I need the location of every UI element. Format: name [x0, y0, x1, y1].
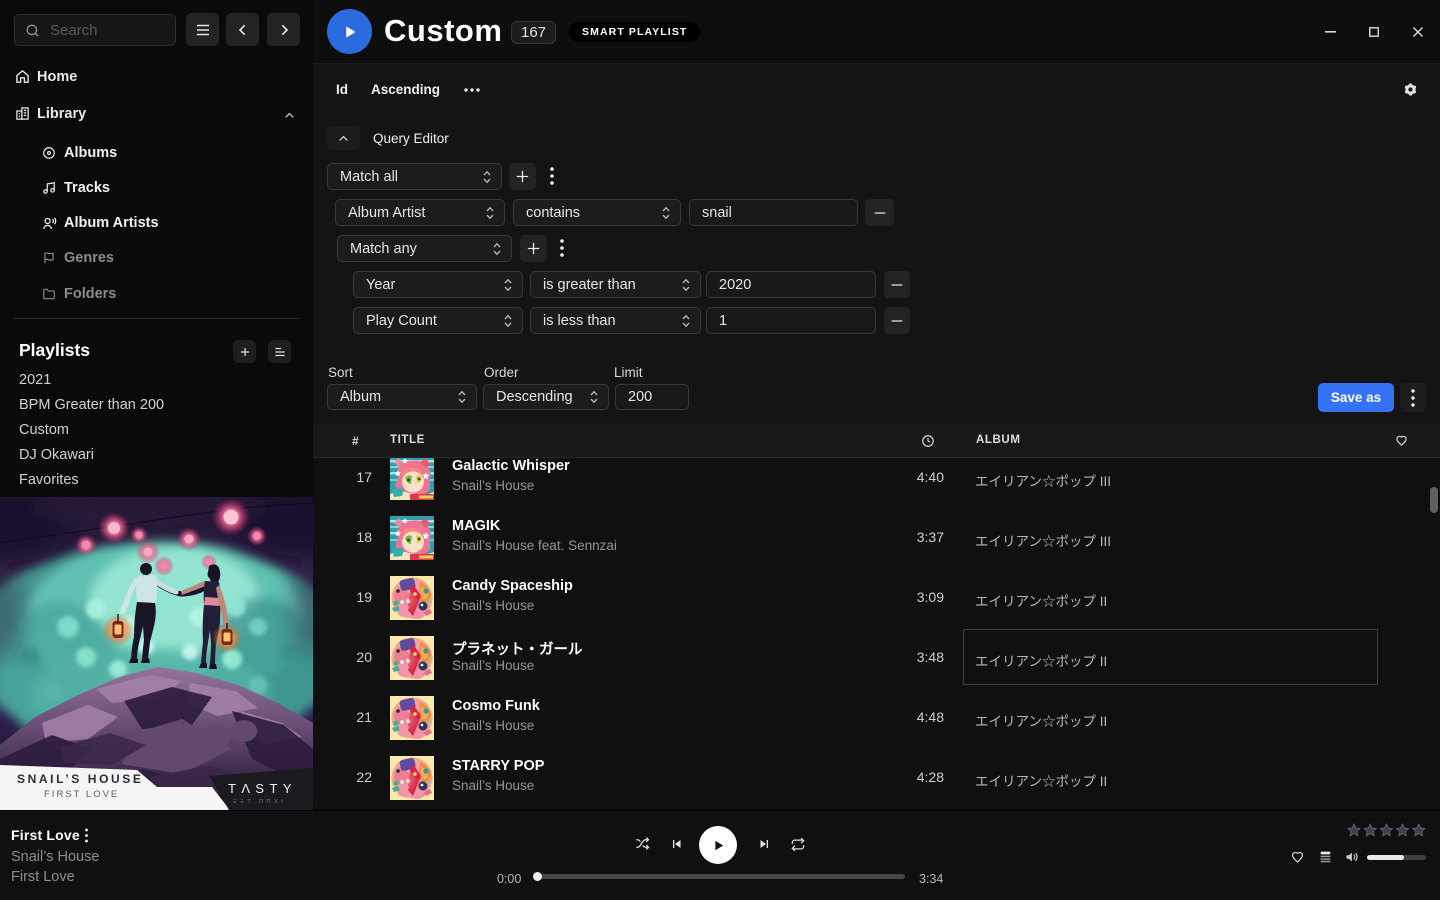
svg-text:FIRST LOVE: FIRST LOVE	[44, 789, 119, 800]
svg-text:ΞΞT.ΠΠXI: ΞΞT.ΠΠXI	[233, 799, 286, 805]
svg-text:TΛSTY: TΛSTY	[228, 781, 297, 796]
svg-text:SNAIL’S HOUSE: SNAIL’S HOUSE	[17, 772, 143, 786]
